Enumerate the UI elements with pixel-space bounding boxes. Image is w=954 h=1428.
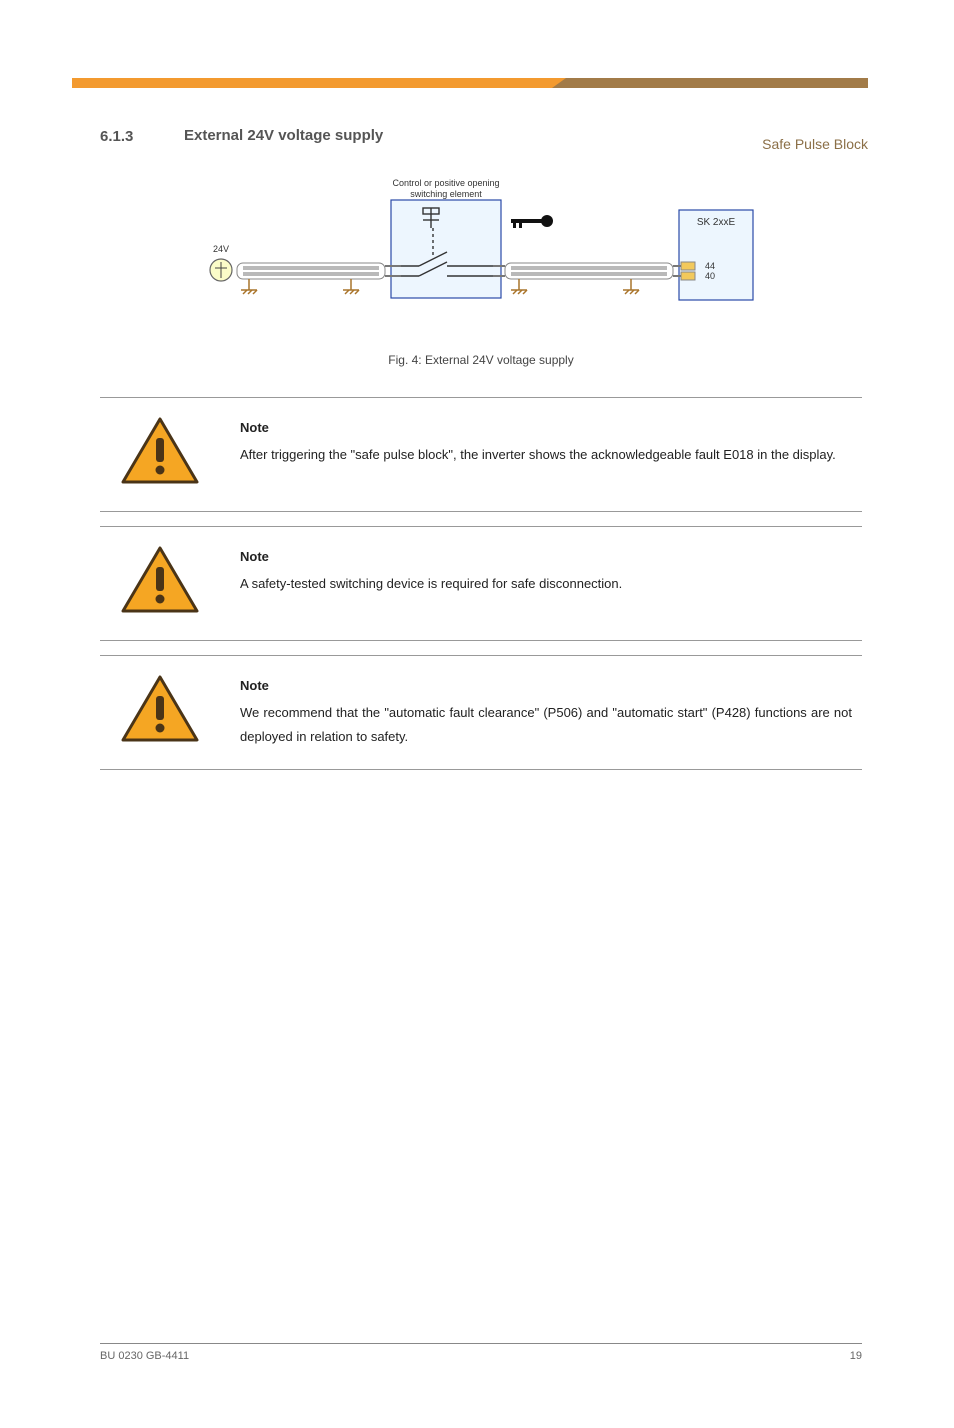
key-icon: [511, 215, 553, 228]
figure-caption: Fig. 4: External 24V voltage supply: [100, 353, 862, 367]
label-device: SK 2xxE: [697, 217, 736, 228]
label-unit-line1: Control or positive opening: [392, 178, 499, 188]
divider: [100, 769, 862, 770]
note-body: We recommend that the "automatic fault c…: [240, 701, 852, 750]
header-doc-title: Safe Pulse Block: [762, 136, 868, 152]
note-body: A safety-tested switching device is requ…: [240, 572, 852, 597]
note-label: Note: [240, 545, 852, 570]
note-label: Note: [240, 416, 852, 441]
label-port-40: 40: [705, 271, 715, 281]
label-port-44: 44: [705, 261, 715, 271]
note-label: Note: [240, 674, 852, 699]
warning-icon: [120, 674, 200, 751]
wiring-figure: 24V Control or positive opening: [100, 170, 862, 345]
header-divider: [72, 78, 868, 88]
note-block: Note A safety-tested switching device is…: [100, 527, 862, 640]
warning-icon: [120, 545, 200, 622]
note-block: Note We recommend that the "automatic fa…: [100, 656, 862, 769]
note-block: Note After triggering the "safe pulse bl…: [100, 398, 862, 511]
label-24v: 24V: [213, 244, 229, 254]
footer-page-number: 19: [850, 1350, 862, 1362]
warning-icon: [120, 416, 200, 493]
page-content: 6.1.3 External 24V voltage supply 24V: [100, 128, 862, 770]
footer-left: BU 0230 GB-4411: [100, 1350, 189, 1362]
note-body: After triggering the "safe pulse block",…: [240, 443, 852, 468]
section-title: External 24V voltage supply: [184, 127, 862, 144]
page-footer: BU 0230 GB-4411 19: [100, 1343, 862, 1362]
label-unit-line2: switching element: [410, 189, 482, 199]
